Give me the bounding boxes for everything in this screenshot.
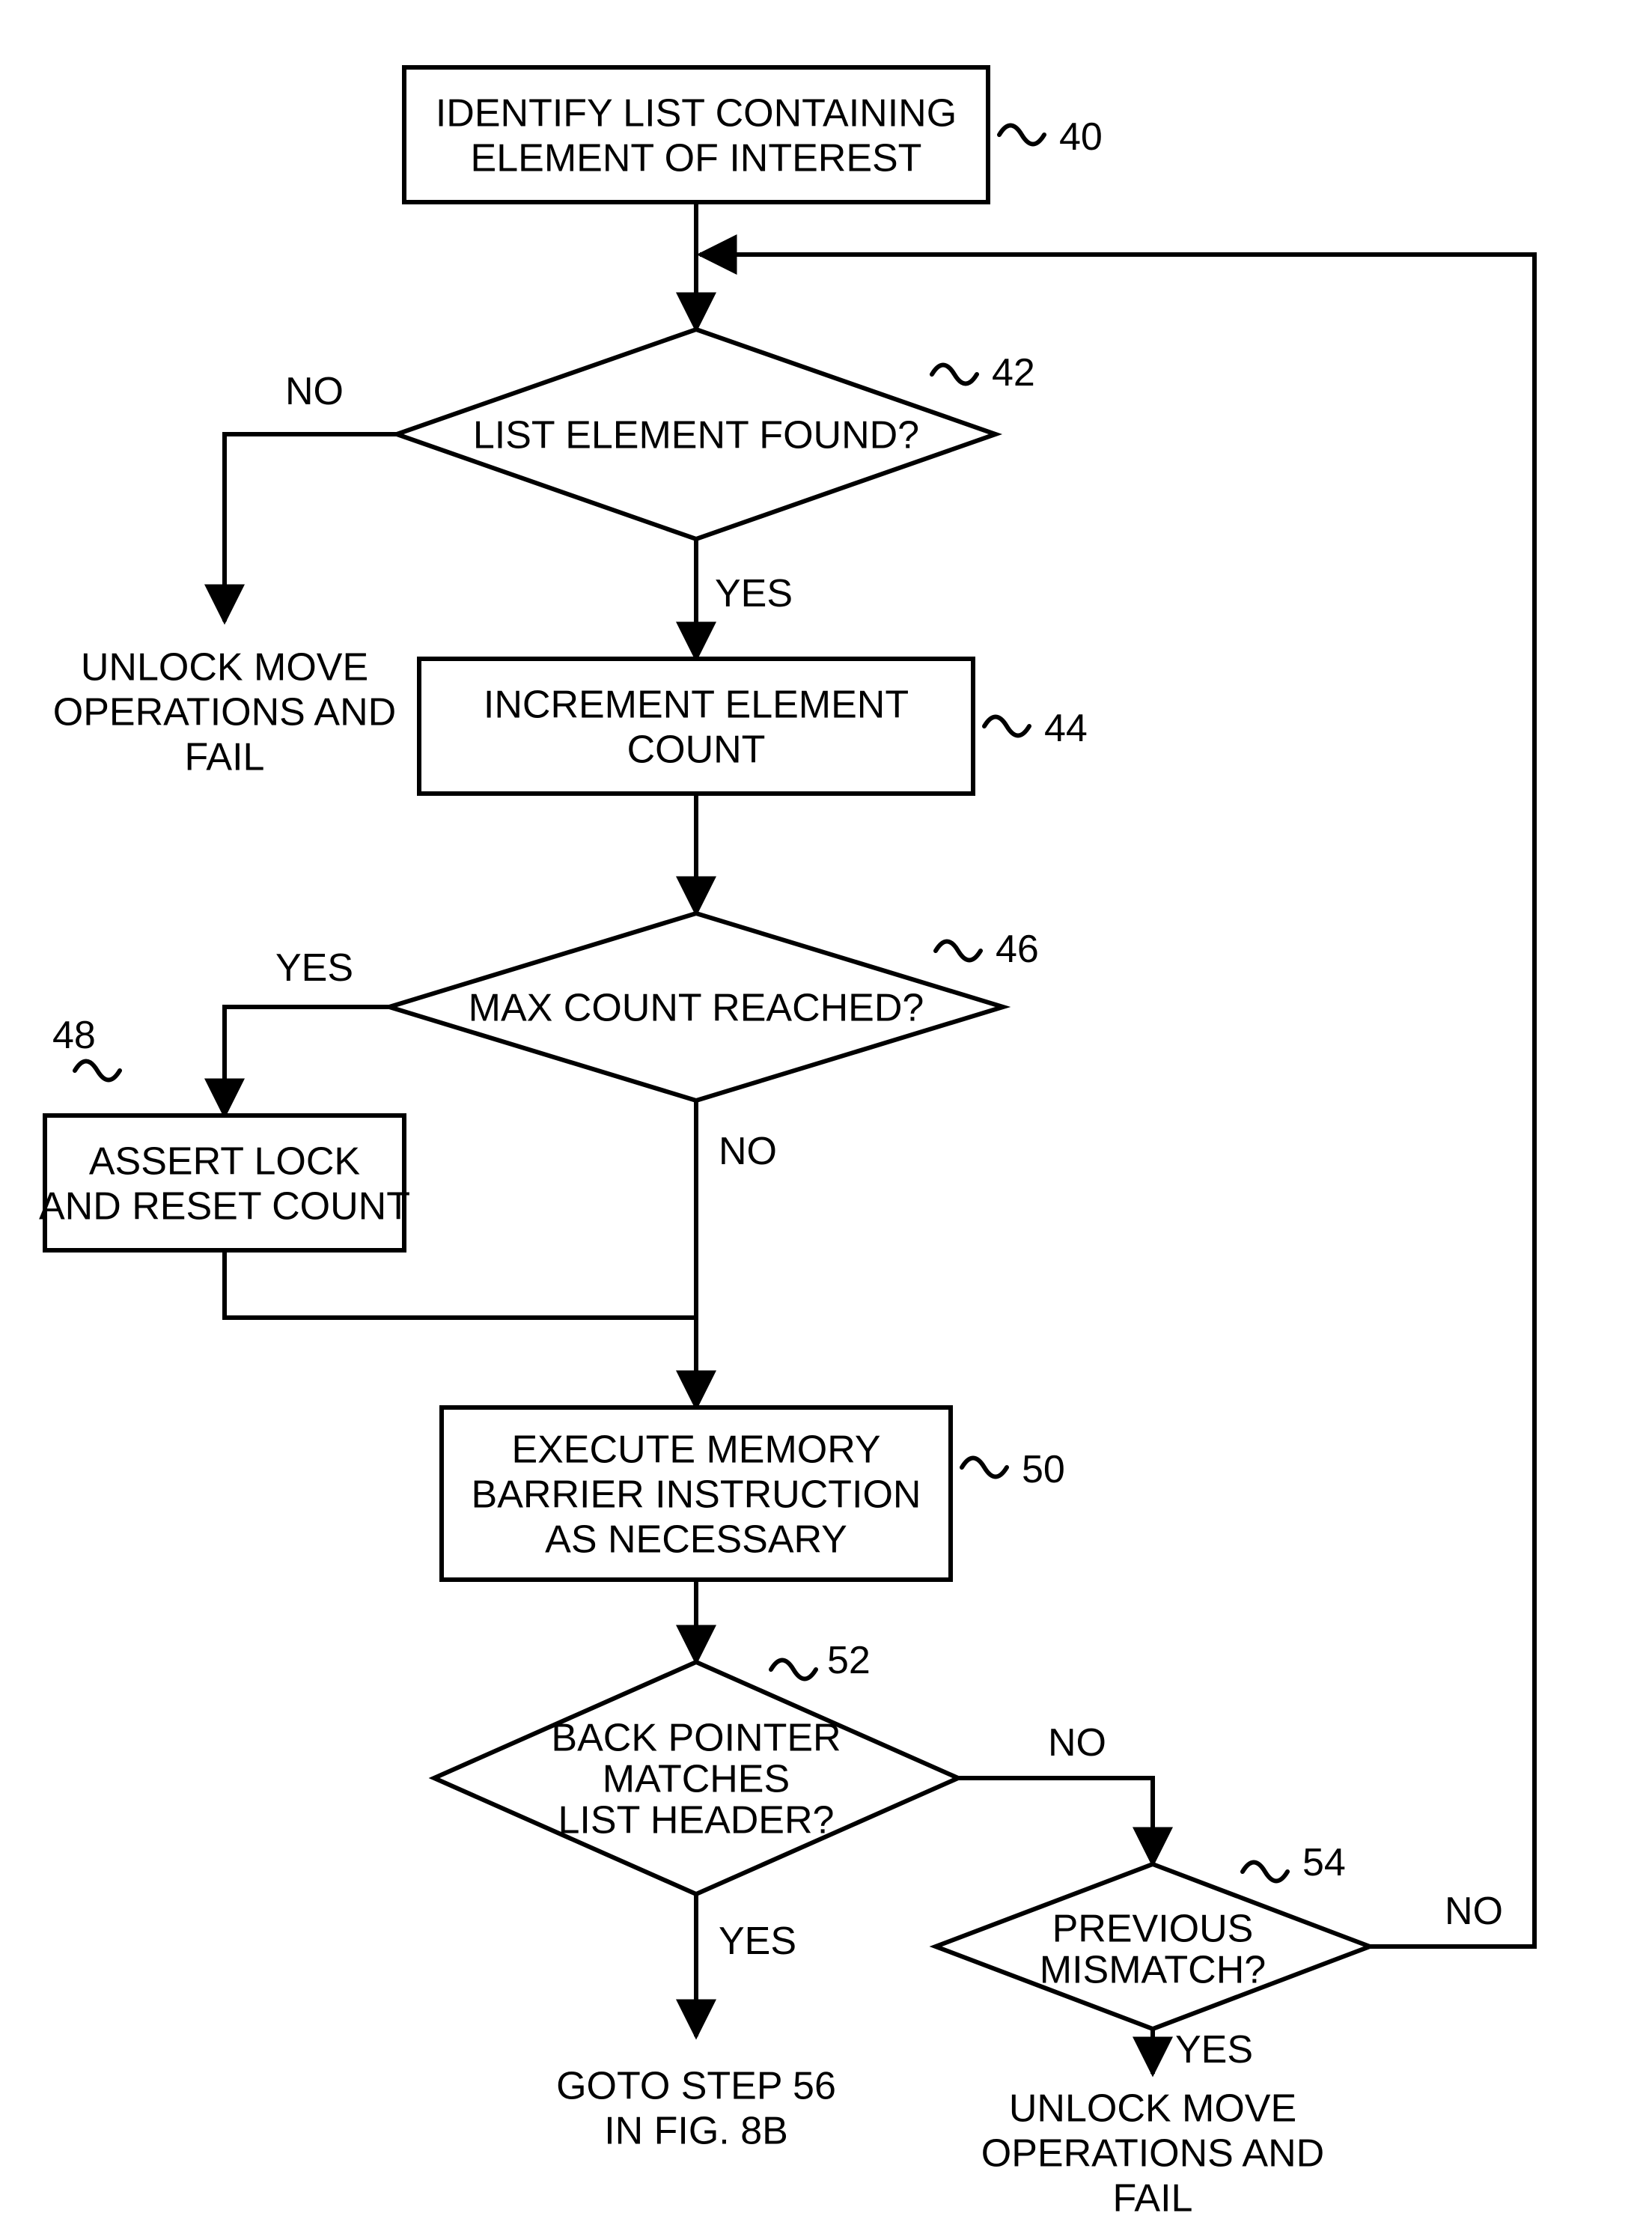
edge-42-no-label: NO xyxy=(285,370,344,413)
node-46: MAX COUNT REACHED? 46 xyxy=(389,913,1039,1101)
node-48-line2: AND RESET COUNT xyxy=(39,1185,410,1229)
node-50-line2: BARRIER INSTRUCTION xyxy=(472,1473,921,1517)
node-52: BACK POINTER MATCHES LIST HEADER? 52 xyxy=(434,1639,958,1894)
t-goto-l1: GOTO STEP 56 xyxy=(556,2065,836,2108)
node-44-line2: COUNT xyxy=(627,728,766,772)
edge-46-no-label: NO xyxy=(719,1130,777,1173)
node-54: PREVIOUS MISMATCH? 54 xyxy=(936,1841,1370,2029)
t-fail-right-l3: FAIL xyxy=(1113,2177,1193,2221)
edge-54-yes-label: YES xyxy=(1175,2028,1253,2072)
node-50-ref: 50 xyxy=(1022,1448,1065,1491)
node-42-line1: LIST ELEMENT FOUND? xyxy=(473,414,919,457)
edge-48-merge xyxy=(225,1250,696,1318)
t-fail-left-l2: OPERATIONS AND xyxy=(53,691,396,734)
t-fail-left-l3: FAIL xyxy=(185,736,265,779)
edge-52-yes: YES xyxy=(696,1894,796,2036)
t-goto-l2: IN FIG. 8B xyxy=(604,2110,788,2153)
node-44-line1: INCREMENT ELEMENT xyxy=(484,684,909,727)
node-46-line1: MAX COUNT REACHED? xyxy=(469,987,924,1030)
node-52-line1: BACK POINTER xyxy=(551,1717,841,1760)
edge-54-no-label: NO xyxy=(1445,1890,1503,1933)
node-52-line2: MATCHES xyxy=(603,1758,790,1801)
edge-46-yes: YES xyxy=(225,946,389,1116)
node-46-ref: 46 xyxy=(996,928,1039,971)
edge-52-yes-label: YES xyxy=(719,1920,796,1963)
edge-46-yes-label: YES xyxy=(275,946,353,990)
node-48-line1: ASSERT LOCK xyxy=(89,1140,361,1184)
node-50-line3: AS NECESSARY xyxy=(545,1518,847,1562)
edge-54-no: NO xyxy=(700,255,1534,1947)
node-42: LIST ELEMENT FOUND? 42 xyxy=(397,329,1035,539)
node-52-line3: LIST HEADER? xyxy=(558,1799,835,1842)
t-fail-right-l1: UNLOCK MOVE xyxy=(1009,2087,1296,2131)
edge-42-yes-label: YES xyxy=(715,572,793,615)
node-44: INCREMENT ELEMENT COUNT 44 xyxy=(419,659,1088,794)
node-44-ref: 44 xyxy=(1044,707,1088,750)
node-40-line2: ELEMENT OF INTEREST xyxy=(471,137,922,180)
terminal-goto: GOTO STEP 56 IN FIG. 8B xyxy=(556,2065,836,2153)
edge-52-no-label: NO xyxy=(1048,1721,1106,1765)
edge-42-no: NO xyxy=(225,370,397,621)
node-54-line2: MISMATCH? xyxy=(1040,1949,1266,1992)
edge-54-yes: YES xyxy=(1153,2028,1253,2074)
edge-52-no: NO xyxy=(958,1721,1153,1864)
terminal-fail-right: UNLOCK MOVE OPERATIONS AND FAIL xyxy=(981,2087,1324,2221)
node-54-line1: PREVIOUS xyxy=(1052,1908,1254,1951)
node-40: IDENTIFY LIST CONTAINING ELEMENT OF INTE… xyxy=(404,67,1103,202)
t-fail-left-l1: UNLOCK MOVE xyxy=(81,646,368,690)
node-50-line1: EXECUTE MEMORY xyxy=(511,1428,880,1472)
t-fail-right-l2: OPERATIONS AND xyxy=(981,2132,1324,2176)
node-50: EXECUTE MEMORY BARRIER INSTRUCTION AS NE… xyxy=(442,1407,1065,1580)
terminal-fail-left: UNLOCK MOVE OPERATIONS AND FAIL xyxy=(53,646,396,779)
node-54-ref: 54 xyxy=(1302,1841,1346,1884)
node-40-ref: 40 xyxy=(1059,115,1103,159)
node-48-ref: 48 xyxy=(52,1014,96,1057)
edge-46-no: NO xyxy=(696,1101,777,1318)
edge-42-yes: YES xyxy=(696,539,793,659)
node-40-line1: IDENTIFY LIST CONTAINING xyxy=(436,92,957,136)
node-52-ref: 52 xyxy=(827,1639,871,1682)
node-42-ref: 42 xyxy=(992,351,1035,395)
